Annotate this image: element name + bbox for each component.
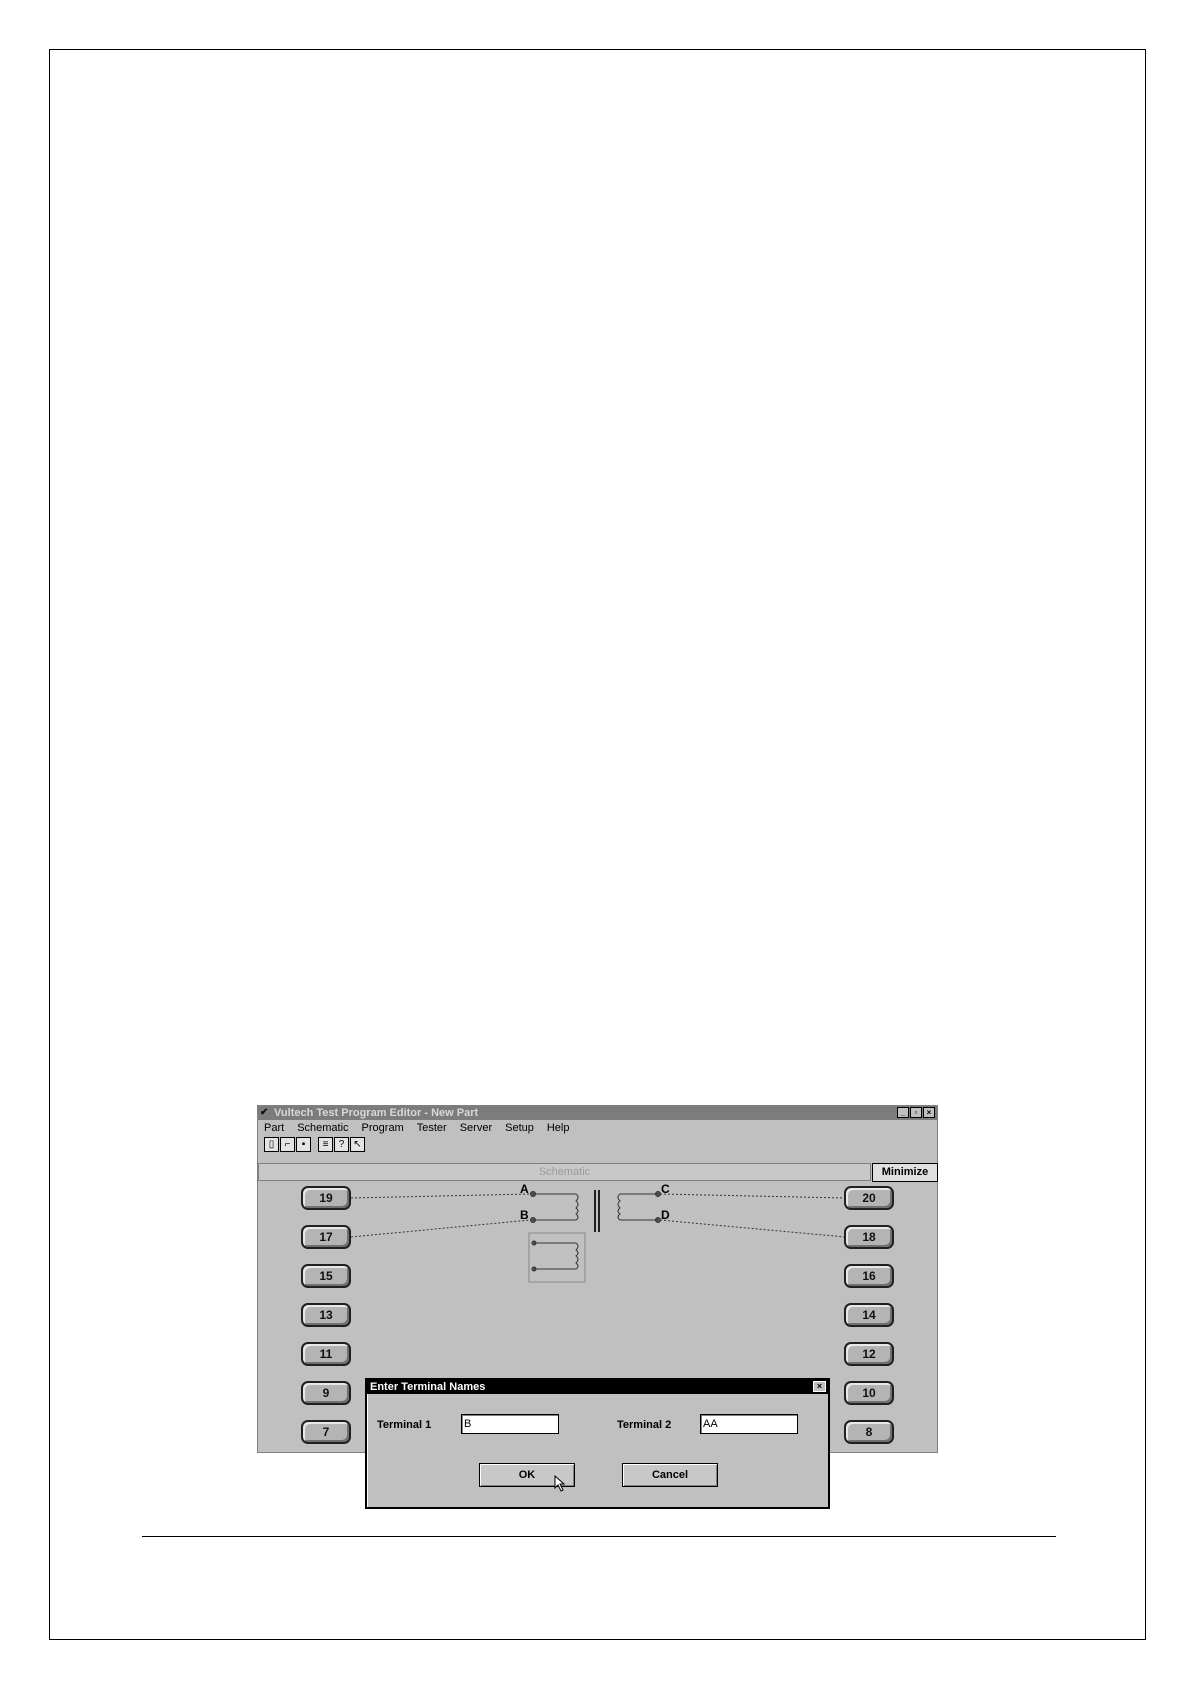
dialog-title-bar: Enter Terminal Names ×: [367, 1380, 828, 1394]
footer-rule: [142, 1536, 1056, 1537]
terminal-label-d: D: [661, 1208, 670, 1222]
close-window-button[interactable]: ×: [923, 1107, 935, 1118]
help-key-icon[interactable]: ?: [334, 1136, 349, 1152]
minimize-panel-button[interactable]: Minimize: [872, 1163, 938, 1182]
wire-d-18: [659, 1219, 846, 1238]
pin-10[interactable]: 10: [844, 1381, 894, 1405]
terminal2-label: Terminal 2: [617, 1419, 672, 1431]
wire-c-20: [659, 1193, 846, 1199]
primary-coil-icon[interactable]: [530, 1191, 579, 1223]
dialog-close-icon[interactable]: ×: [813, 1381, 826, 1392]
menu-server[interactable]: Server: [460, 1120, 492, 1136]
pin-7[interactable]: 7: [301, 1420, 351, 1444]
coil-component-icon[interactable]: [528, 1232, 586, 1283]
terminal1-input[interactable]: [461, 1414, 559, 1434]
pin-11[interactable]: 11: [301, 1342, 351, 1366]
terminal-label-b: B: [520, 1208, 529, 1222]
context-help-icon[interactable]: ↖: [350, 1136, 365, 1152]
print-icon[interactable]: ≡: [318, 1136, 333, 1152]
pin-8[interactable]: 8: [844, 1420, 894, 1444]
schematic-area: A B C D 19 17 15 13 11 9 7 20 18 16 14 1…: [258, 1182, 937, 1509]
mouse-pointer-icon: [554, 1475, 566, 1492]
pin-17[interactable]: 17: [301, 1225, 351, 1249]
menu-bar: Part Schematic Program Tester Server Set…: [258, 1120, 937, 1136]
open-folder-icon[interactable]: ⌐: [280, 1136, 295, 1152]
wire-19-a: [350, 1193, 531, 1199]
pin-15[interactable]: 15: [301, 1264, 351, 1288]
minimize-window-button[interactable]: _: [897, 1107, 909, 1118]
menu-schematic[interactable]: Schematic: [297, 1120, 348, 1136]
pin-18[interactable]: 18: [844, 1225, 894, 1249]
pin-16[interactable]: 16: [844, 1264, 894, 1288]
menu-part[interactable]: Part: [264, 1120, 284, 1136]
menu-help[interactable]: Help: [547, 1120, 570, 1136]
terminal-label-a: A: [520, 1182, 529, 1196]
new-document-icon[interactable]: ▯: [264, 1136, 279, 1152]
wire-17-b: [350, 1219, 531, 1238]
save-disk-icon[interactable]: ▪: [296, 1136, 311, 1152]
pin-13[interactable]: 13: [301, 1303, 351, 1327]
window-title: Vultech Test Program Editor - New Part: [274, 1107, 479, 1119]
vultech-logo-icon: ✔: [260, 1107, 269, 1118]
terminal-label-c: C: [661, 1182, 670, 1196]
schematic-header: Schematic: [258, 1163, 871, 1181]
pin-9[interactable]: 9: [301, 1381, 351, 1405]
title-bar: ✔ Vultech Test Program Editor - New Part…: [258, 1106, 937, 1120]
menu-setup[interactable]: Setup: [505, 1120, 534, 1136]
window-controls: _ ▫ ×: [897, 1107, 935, 1118]
terminal2-input[interactable]: [700, 1414, 798, 1434]
terminal1-label: Terminal 1: [377, 1419, 432, 1431]
cancel-button[interactable]: Cancel: [622, 1463, 718, 1487]
enter-terminal-names-dialog: Enter Terminal Names × Terminal 1 Termin…: [365, 1378, 830, 1509]
app-window: ✔ Vultech Test Program Editor - New Part…: [257, 1105, 938, 1509]
pin-20[interactable]: 20: [844, 1186, 894, 1210]
dialog-title: Enter Terminal Names: [370, 1381, 486, 1393]
pin-19[interactable]: 19: [301, 1186, 351, 1210]
toolbar: ▯ ⌐ ▪ ≡ ? ↖: [264, 1136, 365, 1152]
pin-12[interactable]: 12: [844, 1342, 894, 1366]
pin-14[interactable]: 14: [844, 1303, 894, 1327]
maximize-window-button[interactable]: ▫: [910, 1107, 922, 1118]
secondary-coil-icon[interactable]: [617, 1191, 661, 1223]
menu-tester[interactable]: Tester: [417, 1120, 447, 1136]
menu-program[interactable]: Program: [362, 1120, 404, 1136]
